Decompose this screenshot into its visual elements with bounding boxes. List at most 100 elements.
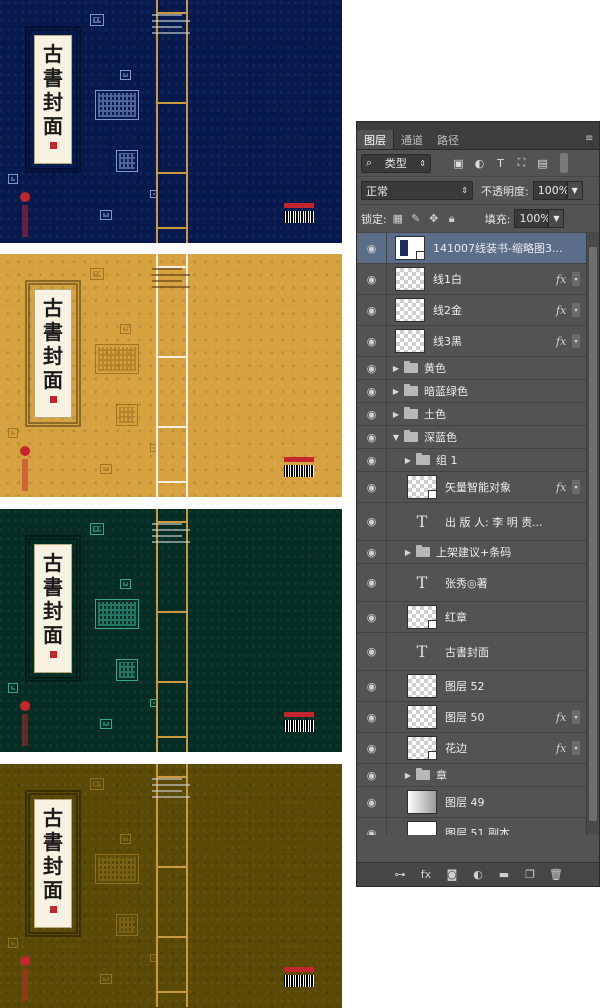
visibility-eye-icon[interactable]: ◉ <box>357 633 387 670</box>
opacity-dropdown-button[interactable]: ▼ <box>566 181 583 200</box>
publisher-name <box>22 205 28 237</box>
fx-icon[interactable]: fx <box>556 742 570 755</box>
expand-toggle-icon[interactable]: ▶ <box>391 387 401 396</box>
layer-row[interactable]: ◉ 花边 fx ▾ <box>357 733 599 764</box>
type-filter-icon[interactable]: T <box>493 156 508 171</box>
layer-row[interactable]: ◉ 线3黑 fx ▾ <box>357 326 599 357</box>
visibility-eye-icon[interactable]: ◉ <box>357 503 387 540</box>
tab-1[interactable]: 通道 <box>394 130 430 149</box>
lock-image-icon[interactable]: ✎ <box>409 212 423 226</box>
title-panel: 古書封面 <box>25 535 81 682</box>
visibility-eye-icon[interactable]: ◉ <box>357 787 387 817</box>
visibility-eye-icon[interactable]: ◉ <box>357 733 387 763</box>
adjustment-icon[interactable]: ◐ <box>470 868 486 881</box>
layer-row[interactable]: ◉ 图层 49 <box>357 787 599 818</box>
visibility-eye-icon[interactable]: ◉ <box>357 764 387 786</box>
layer-row[interactable]: ◉ ▶ 暗蓝绿色 <box>357 380 599 403</box>
visibility-eye-icon[interactable]: ◉ <box>357 602 387 632</box>
fx-icon[interactable]: fx <box>556 711 570 724</box>
effects-expand-icon[interactable]: ▾ <box>572 272 580 286</box>
publisher-name <box>22 714 28 746</box>
blend-mode-select[interactable]: 正常 ⇕ <box>361 181 473 200</box>
layer-row[interactable]: ◉ 图层 51 副本 <box>357 818 599 835</box>
visibility-eye-icon[interactable]: ◉ <box>357 403 387 425</box>
fill-input[interactable]: 100% <box>514 209 551 228</box>
publisher-text <box>152 268 192 292</box>
layer-list-scrollbar[interactable] <box>586 233 599 835</box>
scrollbar-thumb[interactable] <box>589 247 597 821</box>
shape-filter-icon[interactable]: ⛶ <box>514 156 529 171</box>
layer-row[interactable]: ◉ ▼ 深蓝色 <box>357 426 599 449</box>
visibility-eye-icon[interactable]: ◉ <box>357 326 387 356</box>
expand-toggle-icon[interactable]: ▼ <box>391 433 401 442</box>
layer-row[interactable]: ◉ T 古書封面 <box>357 633 599 671</box>
link-icon[interactable]: ⊶ <box>392 868 408 881</box>
effects-expand-icon[interactable]: ▾ <box>572 741 580 755</box>
layer-row[interactable]: ◉ 图层 52 <box>357 671 599 702</box>
effects-expand-icon[interactable]: ▾ <box>572 480 580 494</box>
visibility-eye-icon[interactable]: ◉ <box>357 357 387 379</box>
fill-dropdown-button[interactable]: ▼ <box>548 209 565 228</box>
folder-icon <box>404 384 418 396</box>
effects-expand-icon[interactable]: ▾ <box>572 303 580 317</box>
seal-stamp <box>8 174 18 184</box>
visibility-eye-icon[interactable]: ◉ <box>357 295 387 325</box>
visibility-eye-icon[interactable]: ◉ <box>357 449 387 471</box>
new-group-icon[interactable]: ▬ <box>496 868 512 881</box>
layer-thumbnail <box>407 674 437 698</box>
panel-menu-icon[interactable]: ≡ <box>585 133 595 144</box>
layer-row[interactable]: ◉ 线2金 fx ▾ <box>357 295 599 326</box>
adjustment-filter-icon[interactable]: ◐ <box>472 156 487 171</box>
expand-toggle-icon[interactable]: ▶ <box>403 771 413 780</box>
tab-2[interactable]: 路径 <box>430 130 466 149</box>
visibility-eye-icon[interactable]: ◉ <box>357 702 387 732</box>
tab-0[interactable]: 图层 <box>357 130 394 149</box>
fx-icon[interactable]: fx <box>418 868 434 881</box>
visibility-eye-icon[interactable]: ◉ <box>357 818 387 835</box>
expand-toggle-icon[interactable]: ▶ <box>391 364 401 373</box>
effects-expand-icon[interactable]: ▾ <box>572 334 580 348</box>
filter-toggle[interactable] <box>560 153 568 173</box>
lock-position-icon[interactable]: ✥ <box>427 212 441 226</box>
layer-row[interactable]: ◉ ▶ 土色 <box>357 403 599 426</box>
visibility-eye-icon[interactable]: ◉ <box>357 426 387 448</box>
layer-row[interactable]: ◉ ▶ 组 1 <box>357 449 599 472</box>
visibility-eye-icon[interactable]: ◉ <box>357 671 387 701</box>
fx-icon[interactable]: fx <box>556 273 570 286</box>
layer-row[interactable]: ◉ 矢量智能对象 fx ▾ <box>357 472 599 503</box>
pixel-filter-icon[interactable]: ▣ <box>451 156 466 171</box>
layer-row[interactable]: ◉ 红章 <box>357 602 599 633</box>
lock-all-icon[interactable]: 🔒︎ <box>445 212 459 226</box>
visibility-eye-icon[interactable]: ◉ <box>357 264 387 294</box>
expand-toggle-icon[interactable]: ▶ <box>403 456 413 465</box>
layer-row[interactable]: ◉ ▶ 黄色 <box>357 357 599 380</box>
visibility-eye-icon[interactable]: ◉ <box>357 541 387 563</box>
smart-object-filter-icon[interactable]: ▤ <box>535 156 550 171</box>
filter-kind-select[interactable]: ⌕ 类型 ⇕ <box>361 153 431 173</box>
fx-icon[interactable]: fx <box>556 481 570 494</box>
lock-transparent-icon[interactable]: ▦ <box>391 212 405 226</box>
fx-icon[interactable]: fx <box>556 304 570 317</box>
layer-row[interactable]: ◉ 线1白 fx ▾ <box>357 264 599 295</box>
fx-icon[interactable]: fx <box>556 335 570 348</box>
visibility-eye-icon[interactable]: ◉ <box>357 380 387 402</box>
layer-row[interactable]: ◉ ▶ 上架建议+条码 <box>357 541 599 564</box>
layer-row[interactable]: ◉ 图层 50 fx ▾ <box>357 702 599 733</box>
expand-toggle-icon[interactable]: ▶ <box>403 548 413 557</box>
visibility-eye-icon[interactable]: ◉ <box>357 472 387 502</box>
opacity-input[interactable]: 100% <box>532 181 569 200</box>
text-layer-icon: T <box>416 512 428 531</box>
seal-stamp <box>8 683 18 693</box>
layer-row[interactable]: ◉ T 张秀◎著 <box>357 564 599 602</box>
new-layer-icon[interactable]: ❐ <box>522 868 538 881</box>
trash-icon[interactable]: 🗑︎ <box>548 868 564 881</box>
visibility-eye-icon[interactable]: ◉ <box>357 233 387 263</box>
layer-row[interactable]: ◉ ▶ 章 <box>357 764 599 787</box>
mask-icon[interactable]: ◙ <box>444 868 460 881</box>
layer-row[interactable]: ◉ T 出 版 人: 李 明 责... <box>357 503 599 541</box>
publisher-text <box>152 14 192 38</box>
layer-row[interactable]: ◉ 141007线装书-缩略图3... <box>357 233 599 264</box>
expand-toggle-icon[interactable]: ▶ <box>391 410 401 419</box>
effects-expand-icon[interactable]: ▾ <box>572 710 580 724</box>
visibility-eye-icon[interactable]: ◉ <box>357 564 387 601</box>
